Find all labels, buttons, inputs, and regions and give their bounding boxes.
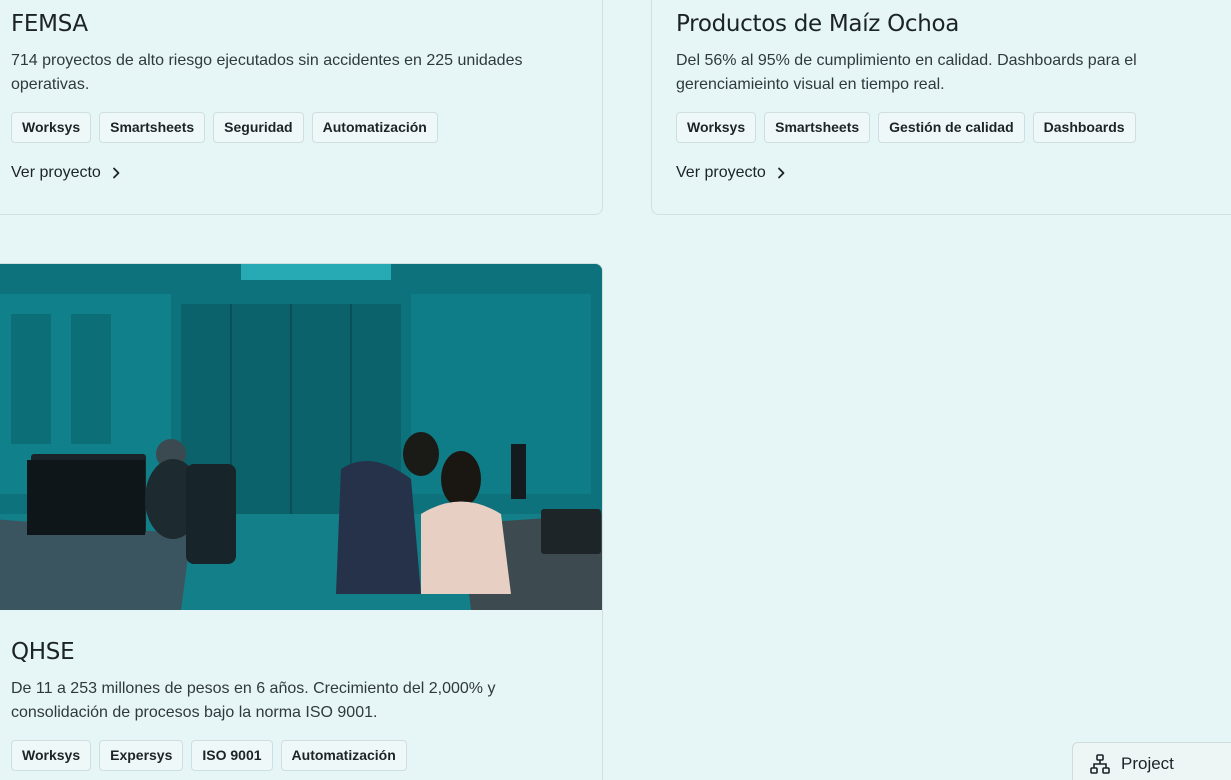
tag: Worksys <box>11 112 92 143</box>
project-card-femsa: FEMSA 714 proyectos de alto riesgo ejecu… <box>0 0 603 215</box>
project-photo <box>0 264 602 610</box>
project-button-label: Project <box>1121 754 1174 773</box>
tag-list: Worksys Smartsheets Gestión de calidad D… <box>676 112 1230 143</box>
card-title: Productos de Maíz Ochoa <box>676 11 960 37</box>
chevron-right-icon <box>774 166 788 180</box>
view-project-label: Ver proyecto <box>676 164 766 181</box>
project-button[interactable]: Project <box>1072 742 1231 780</box>
project-card-qhse: QHSE De 11 a 253 millones de pesos en 6 … <box>0 263 603 780</box>
card-description: De 11 a 253 millones de pesos en 6 años.… <box>11 680 496 721</box>
tag-list: Worksys Smartsheets Seguridad Automatiza… <box>11 112 582 143</box>
tag: Dashboards <box>1032 112 1136 143</box>
card-description: Del 56% al 95% de cumplimiento en calida… <box>676 52 1137 93</box>
tag: Worksys <box>676 112 757 143</box>
project-card-maiz-ochoa: Productos de Maíz Ochoa Del 56% al 95% d… <box>651 0 1231 215</box>
card-title: FEMSA <box>11 11 88 37</box>
tag: Automatización <box>280 740 407 771</box>
tag: Smartsheets <box>764 112 871 143</box>
tag: Worksys <box>11 740 92 771</box>
card-description: 714 proyectos de alto riesgo ejecutados … <box>11 52 523 93</box>
tag: Smartsheets <box>99 112 206 143</box>
view-project-link[interactable]: Ver proyecto <box>676 164 788 182</box>
view-project-label: Ver proyecto <box>11 164 101 181</box>
sitemap-icon <box>1089 753 1111 775</box>
view-project-link[interactable]: Ver proyecto <box>11 164 123 182</box>
tag-list: Worksys Expersys ISO 9001 Automatización <box>11 740 582 771</box>
chevron-right-icon <box>109 166 123 180</box>
tag: Seguridad <box>213 112 304 143</box>
card-title: QHSE <box>11 639 75 665</box>
tag: Automatización <box>311 112 438 143</box>
tag: ISO 9001 <box>191 740 273 771</box>
tag: Gestión de calidad <box>878 112 1025 143</box>
tag: Expersys <box>99 740 184 771</box>
